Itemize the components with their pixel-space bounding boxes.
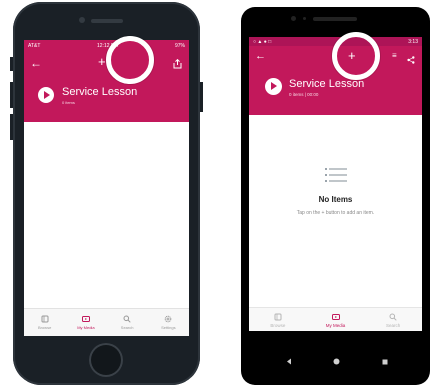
android-screen: ○ ▲ ● □ 3:13 ← + ≡ Service Lesson 0 item… xyxy=(249,37,422,344)
empty-title: No Items xyxy=(318,195,353,204)
status-time: 3:13 xyxy=(408,38,418,45)
tab-label: Browse xyxy=(37,325,52,330)
power-button xyxy=(200,82,203,112)
add-icon[interactable]: + xyxy=(98,54,106,69)
search-icon xyxy=(389,313,397,321)
android-tab-bar: Browse My Media Search xyxy=(249,307,422,332)
ios-tab-bar: Browse My Media Search Settings xyxy=(24,308,189,336)
list-icon xyxy=(324,168,347,182)
ios-status-bar: AT&T 12:12 PM 97% xyxy=(24,40,189,52)
front-camera xyxy=(291,16,296,21)
android-system-nav xyxy=(249,331,422,344)
share-icon[interactable] xyxy=(173,56,182,74)
tab-label: Search xyxy=(386,322,401,328)
lesson-item-count: 0 items xyxy=(62,100,75,105)
volume-up-button xyxy=(10,82,13,108)
tab-label: Settings xyxy=(161,325,176,330)
play-icon[interactable] xyxy=(38,87,54,103)
play-icon[interactable] xyxy=(265,78,282,95)
add-button-highlight xyxy=(106,36,154,84)
media-icon xyxy=(331,313,340,320)
tab-my-media[interactable]: My Media xyxy=(307,308,365,332)
earpiece-speaker xyxy=(91,19,123,23)
empty-state: No Items Tap on the + button to add an i… xyxy=(249,167,422,216)
back-arrow-icon[interactable]: ← xyxy=(30,56,42,70)
share-icon[interactable] xyxy=(407,51,415,69)
sort-icon[interactable]: ≡ xyxy=(392,51,397,60)
nav-home-icon[interactable] xyxy=(333,352,340,370)
battery-label: 97% xyxy=(174,43,185,49)
search-icon xyxy=(123,315,131,323)
volume-down-button xyxy=(10,114,13,140)
browse-icon xyxy=(41,315,49,323)
lesson-item-count: 0 items | 00:00 xyxy=(289,92,319,97)
tab-my-media[interactable]: My Media xyxy=(65,309,106,336)
tab-browse[interactable]: Browse xyxy=(249,308,307,332)
tab-label: Search xyxy=(120,325,134,330)
browse-icon xyxy=(274,313,282,320)
earpiece-speaker xyxy=(313,17,357,21)
tab-search[interactable]: Search xyxy=(364,308,422,332)
nav-recents-icon[interactable] xyxy=(382,352,388,370)
gear-icon xyxy=(165,315,172,323)
tab-browse[interactable]: Browse xyxy=(24,309,65,336)
lesson-title: Service Lesson xyxy=(62,86,138,98)
tab-label: My Media xyxy=(77,325,95,330)
home-button[interactable] xyxy=(89,343,123,377)
empty-message: Tap on the + button to add an item. xyxy=(296,210,375,216)
notification-icons: ○ ▲ ● □ xyxy=(253,38,272,45)
tab-search[interactable]: Search xyxy=(107,309,148,336)
tab-label: Browse xyxy=(270,322,286,328)
tab-label: My Media xyxy=(325,322,346,328)
media-icon xyxy=(81,316,90,322)
ios-screen: AT&T 12:12 PM 97% ← + Service Lesson 0 i… xyxy=(24,40,189,336)
carrier-label: AT&T xyxy=(28,43,41,49)
tab-settings[interactable]: Settings xyxy=(148,309,189,336)
back-arrow-icon[interactable]: ← xyxy=(255,50,266,62)
nav-back-icon[interactable] xyxy=(286,352,292,370)
front-camera xyxy=(79,17,85,23)
mute-switch xyxy=(10,57,13,71)
proximity-sensor xyxy=(303,17,306,20)
add-button-highlight xyxy=(332,32,380,80)
